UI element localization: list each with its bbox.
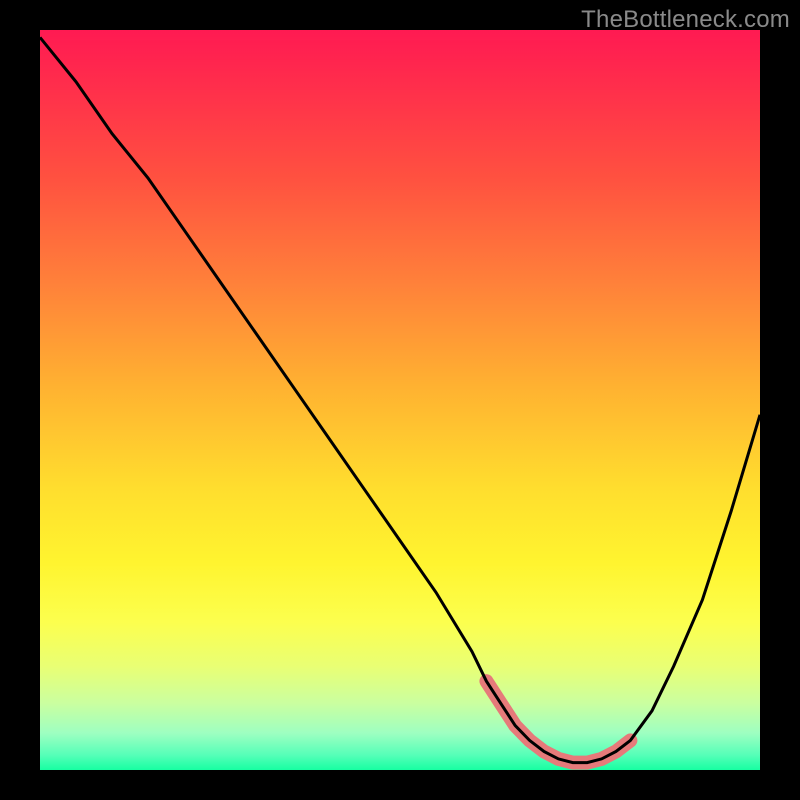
bottleneck-curve-line — [40, 37, 760, 762]
watermark-label: TheBottleneck.com — [581, 6, 790, 34]
bottleneck-chart — [40, 30, 760, 770]
chart-svg — [40, 30, 760, 770]
optimal-zone-highlight — [486, 681, 630, 762]
